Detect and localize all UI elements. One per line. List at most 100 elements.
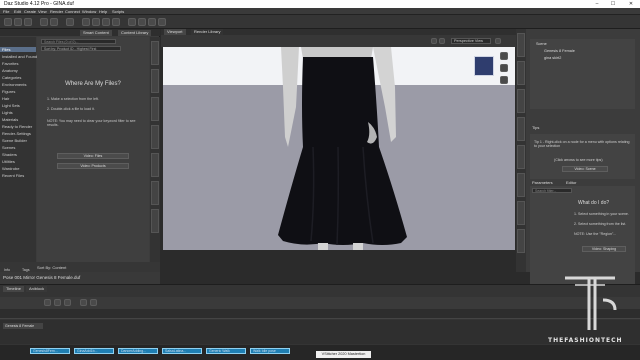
category-item[interactable]: Lights: [2, 110, 13, 115]
remove-keyframe-icon[interactable]: [90, 299, 97, 306]
tree-item-skirt[interactable]: gina skirt2: [544, 56, 561, 60]
tree-item-figure[interactable]: Genesis 8 Female: [544, 49, 575, 53]
vertical-tab[interactable]: [517, 117, 525, 141]
scale-tool-icon[interactable]: [112, 18, 120, 26]
vertical-tab[interactable]: [517, 145, 525, 169]
tab-parameters[interactable]: Parameters: [532, 180, 553, 185]
vertical-tab[interactable]: [151, 97, 159, 121]
category-item[interactable]: Render-Settings: [2, 131, 31, 136]
vertical-tab[interactable]: [151, 181, 159, 205]
time-ruler[interactable]: [0, 309, 640, 319]
vertical-tab[interactable]: [151, 125, 159, 149]
category-item[interactable]: Scene Builder: [2, 138, 27, 143]
vertical-tab[interactable]: [517, 201, 525, 225]
menu-create[interactable]: Create: [24, 9, 36, 14]
tab-aniblock[interactable]: Aniblock: [26, 286, 48, 292]
tab-smart-content[interactable]: Smart Content: [80, 30, 112, 36]
menu-scripts[interactable]: Scripts: [112, 9, 124, 14]
undo-icon[interactable]: [40, 18, 48, 26]
menu-icon[interactable]: [495, 38, 501, 44]
tab-tags[interactable]: Tags: [22, 268, 30, 272]
vertical-tab[interactable]: [517, 89, 525, 113]
spot-render-icon[interactable]: [158, 18, 166, 26]
video-scene-button[interactable]: Video: Scene: [562, 166, 608, 172]
pan-icon[interactable]: [500, 64, 508, 72]
menu-window[interactable]: Window: [82, 9, 96, 14]
close-button[interactable]: ✕: [624, 0, 638, 8]
category-item[interactable]: Scenes: [2, 145, 15, 150]
category-item[interactable]: Anatomy: [2, 68, 18, 73]
menu-view[interactable]: View: [38, 9, 47, 14]
menu-edit[interactable]: Edit: [14, 9, 21, 14]
tips-tab[interactable]: Tips: [532, 125, 539, 130]
sort-dropdown[interactable]: Sort by: Product ID - Highest First: [41, 46, 121, 51]
node-weight-tool-icon[interactable]: [128, 18, 136, 26]
rewind-icon[interactable]: [44, 299, 51, 306]
vertical-tab[interactable]: [517, 229, 525, 253]
select-tool-icon[interactable]: [82, 18, 90, 26]
animation-clip[interactable]: Generic Walk: [206, 348, 246, 354]
new-icon[interactable]: [4, 18, 12, 26]
menu-connect[interactable]: Connect: [65, 9, 80, 14]
redo-icon[interactable]: [50, 18, 58, 26]
category-item[interactable]: Hair: [2, 96, 9, 101]
view-options-icon[interactable]: [431, 38, 437, 44]
vertical-tab[interactable]: [517, 61, 525, 85]
move-tool-icon[interactable]: [92, 18, 100, 26]
parameter-search-input[interactable]: Search filter...: [532, 188, 572, 193]
files-search-input[interactable]: Search Files (0 of 0)...: [41, 39, 116, 44]
animation-clip[interactable]: DancerAdding...: [118, 348, 158, 354]
category-item[interactable]: Environments: [2, 82, 26, 87]
category-item[interactable]: Ready to Render: [2, 124, 32, 129]
vertical-tab[interactable]: [151, 69, 159, 93]
menu-render[interactable]: Render: [50, 9, 63, 14]
orbit-icon[interactable]: [500, 52, 508, 60]
save-icon[interactable]: [24, 18, 32, 26]
category-item[interactable]: Files: [0, 47, 36, 52]
category-item[interactable]: Wardrobe: [2, 166, 19, 171]
animation-clip[interactable]: Walk Idle pose: [250, 348, 290, 354]
vertical-tab[interactable]: [151, 209, 159, 233]
vertical-tab[interactable]: [517, 33, 525, 57]
open-icon[interactable]: [14, 18, 22, 26]
draw-style-icon[interactable]: [439, 38, 445, 44]
tab-timeline[interactable]: Timeline: [3, 286, 24, 292]
geometry-editor-icon[interactable]: [138, 18, 146, 26]
minimize-button[interactable]: –: [590, 0, 604, 8]
menu-help[interactable]: Help: [99, 9, 107, 14]
maximize-button[interactable]: ☐: [606, 0, 620, 8]
view-cube-icon[interactable]: [474, 56, 494, 76]
vertical-tab[interactable]: [517, 173, 525, 197]
add-keyframe-icon[interactable]: [80, 299, 87, 306]
animation-clip[interactable]: SalsaLatina...: [162, 348, 202, 354]
category-item[interactable]: Light Sets: [2, 103, 20, 108]
vertical-tab[interactable]: [151, 41, 159, 65]
animation-track[interactable]: Genesis 8 Female: [0, 320, 640, 344]
dolly-icon[interactable]: [500, 76, 508, 84]
category-item[interactable]: Utilities: [2, 159, 15, 164]
fast-forward-icon[interactable]: [64, 299, 71, 306]
camera-tool-icon[interactable]: [148, 18, 156, 26]
category-item[interactable]: Favorites: [2, 61, 18, 66]
animation-clip[interactable]: Genesis8Fem...: [30, 348, 70, 354]
tree-item-scene[interactable]: Scene: [536, 42, 547, 46]
rotate-tool-icon[interactable]: [102, 18, 110, 26]
tab-info[interactable]: Info: [4, 268, 10, 272]
video-files-button[interactable]: Video: Files: [57, 153, 129, 159]
category-item[interactable]: Materials: [2, 117, 18, 122]
video-products-button[interactable]: Video: Products: [57, 163, 129, 169]
category-item[interactable]: Figures: [2, 89, 15, 94]
video-shaping-button[interactable]: Video: Shaping: [582, 246, 626, 252]
play-icon[interactable]: [54, 299, 61, 306]
camera-dropdown[interactable]: Perspective View: [451, 38, 491, 44]
category-item[interactable]: Shaders: [2, 152, 17, 157]
menu-file[interactable]: File: [3, 9, 9, 14]
tab-editor[interactable]: Editor: [566, 180, 576, 185]
animation-clip[interactable]: GinaAdd1b...: [74, 348, 114, 354]
category-item[interactable]: Installed and Found: [2, 54, 37, 59]
3d-viewport[interactable]: [163, 47, 515, 250]
tab-content-library[interactable]: Content Library: [118, 30, 152, 36]
category-item[interactable]: Categories: [2, 75, 21, 80]
vertical-tab[interactable]: [151, 153, 159, 177]
category-item[interactable]: Recent Files: [2, 173, 24, 178]
